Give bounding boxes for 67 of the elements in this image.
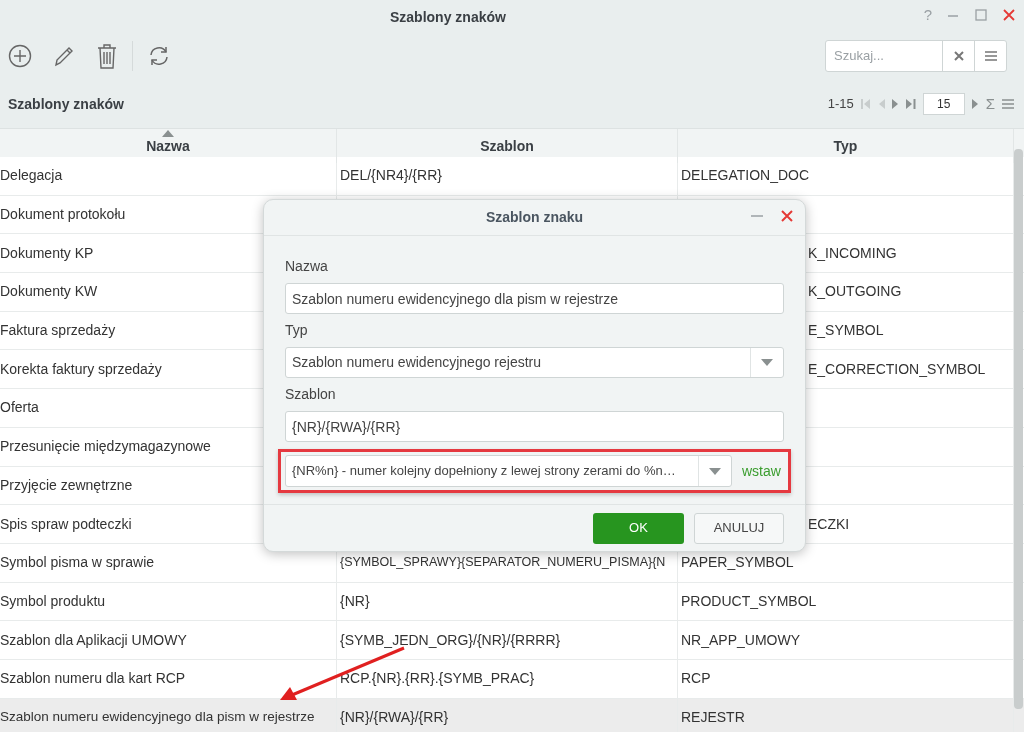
table-cell-text: E_SYMBOL <box>808 321 884 341</box>
trash-icon[interactable] <box>96 43 118 69</box>
table-cell-text: E_CORRECTION_SYMBOL <box>808 359 986 379</box>
type-dropdown[interactable]: Szablon numeru ewidencyjnego rejestru <box>285 347 784 378</box>
menu-icon[interactable] <box>1002 99 1014 109</box>
table-cell-text: PAPER_SYMBOL <box>681 553 794 573</box>
table-cell-text: PRODUCT_SYMBOL <box>681 591 817 611</box>
table-cell-text: {SYMBOL_SPRAWY}{SEPARATOR_NUMERU_PISMA}{N <box>340 554 666 572</box>
table-cell-text: Symbol pisma w sprawie <box>0 553 155 573</box>
text-field[interactable]: {NR}/{RWA}/{RR} <box>285 411 784 442</box>
next-page-icon[interactable] <box>891 99 899 109</box>
scrollbar[interactable] <box>1014 149 1023 709</box>
search-field[interactable]: Szukaj... <box>826 41 942 71</box>
table-row[interactable]: Szablon numeru ewidencyjnego dla pism w rejestrze {NR}/{RWA}/{RR} REJESTR <box>0 698 1024 732</box>
table-row[interactable]: Szablon dla Aplikacji UMOWY {SYMB_JEDN_ORG}/{NR}/{RRRR} NR_APP_UMOWY <box>0 621 1024 660</box>
table-cell-text: NR_APP_UMOWY <box>681 630 801 650</box>
search-box[interactable]: Szukaj... <box>825 40 1007 72</box>
table-cell-text: ECZKI <box>808 514 850 534</box>
table-cell-text: K_INCOMING <box>808 243 897 263</box>
cancel-button[interactable]: ANULUJ <box>694 512 784 544</box>
field-label: Typ <box>285 321 309 340</box>
table-cell-text: K_OUTGOING <box>808 282 902 302</box>
table-cell-text: Szablon dla Aplikacji UMOWY <box>0 630 187 650</box>
table-cell-text: Szablon numeru ewidencyjnego dla pism w rejestrze <box>0 708 315 727</box>
close-icon[interactable] <box>781 210 793 222</box>
table-cell-text: Symbol produktu <box>0 591 106 611</box>
dialog-title: Szablon znaku <box>485 208 584 227</box>
table-cell-text: {NR} <box>340 591 370 611</box>
table-cell-text: REJESTR <box>681 707 745 727</box>
table-row[interactable]: Szablon numeru dla kart RCP RCP.{NR}.{RR}.{SYMB_PRAC} RCP <box>0 659 1024 699</box>
close-icon[interactable] <box>1002 8 1016 23</box>
clear-icon[interactable] <box>953 51 964 61</box>
table-cell-text: DEL/{NR4}/{RR} <box>340 166 442 186</box>
table-cell-text: Faktura sprzedaży <box>0 321 116 341</box>
table-cell-text: Dokumenty KW <box>0 282 98 302</box>
table-cell-text: Oferta <box>0 398 39 418</box>
ok-button[interactable]: OK <box>593 512 684 544</box>
table-cell-text: Dokumenty KP <box>0 243 94 263</box>
table-cell-text: Przesunięcie międzymagazynowe <box>0 437 211 457</box>
add-icon[interactable] <box>8 44 32 68</box>
placeholder-dropdown[interactable]: {NR%n} - numer kolejny dopełniony z lewej strony zerami do %n… <box>285 455 732 487</box>
table-cell-text: Spis spraw podteczki <box>0 514 132 534</box>
table-cell-text: RCP.{NR}.{RR}.{SYMB_PRAC} <box>340 669 535 689</box>
table-row[interactable]: Symbol produktu {NR} PRODUCT_SYMBOL <box>0 582 1024 622</box>
table-cell-text: DELEGATION_DOC <box>681 166 810 186</box>
table-cell-text: Delegacja <box>0 166 63 186</box>
table-row[interactable]: Delegacja DEL/{NR4}/{RR} DELEGATION_DOC <box>0 157 1024 196</box>
caret-icon <box>761 359 773 366</box>
table-cell-text: RCP <box>681 669 711 689</box>
refresh-icon[interactable] <box>147 44 171 68</box>
table-cell-text: {NR}/{RWA}/{RR} <box>340 707 449 727</box>
page-range: 1-15 <box>827 95 854 114</box>
text-field[interactable]: Szablon numeru ewidencyjnego dla pism w rejestrze <box>285 283 784 314</box>
table-cell-text: Przyjęcie zewnętrzne <box>0 475 133 495</box>
menu-icon[interactable] <box>984 51 997 61</box>
table-cell-text: Szablon numeru dla kart RCP <box>0 669 186 689</box>
field-label: Szablon <box>285 385 337 404</box>
page-size-field[interactable]: 15 <box>922 93 965 115</box>
table-cell-text: Korekta faktury sprzedaży <box>0 359 162 379</box>
go-icon[interactable] <box>971 99 979 109</box>
last-page-icon[interactable] <box>905 99 916 109</box>
section-title: Szablony znaków <box>8 94 124 114</box>
field-label: Nazwa <box>285 257 329 276</box>
table-cell-text: Dokument protokołu <box>0 205 126 225</box>
maximize-icon[interactable] <box>974 8 988 23</box>
window-title: Szablony znaków <box>390 8 506 27</box>
table-cell-text: {SYMB_JEDN_ORG}/{NR}/{RRRR} <box>340 630 561 650</box>
